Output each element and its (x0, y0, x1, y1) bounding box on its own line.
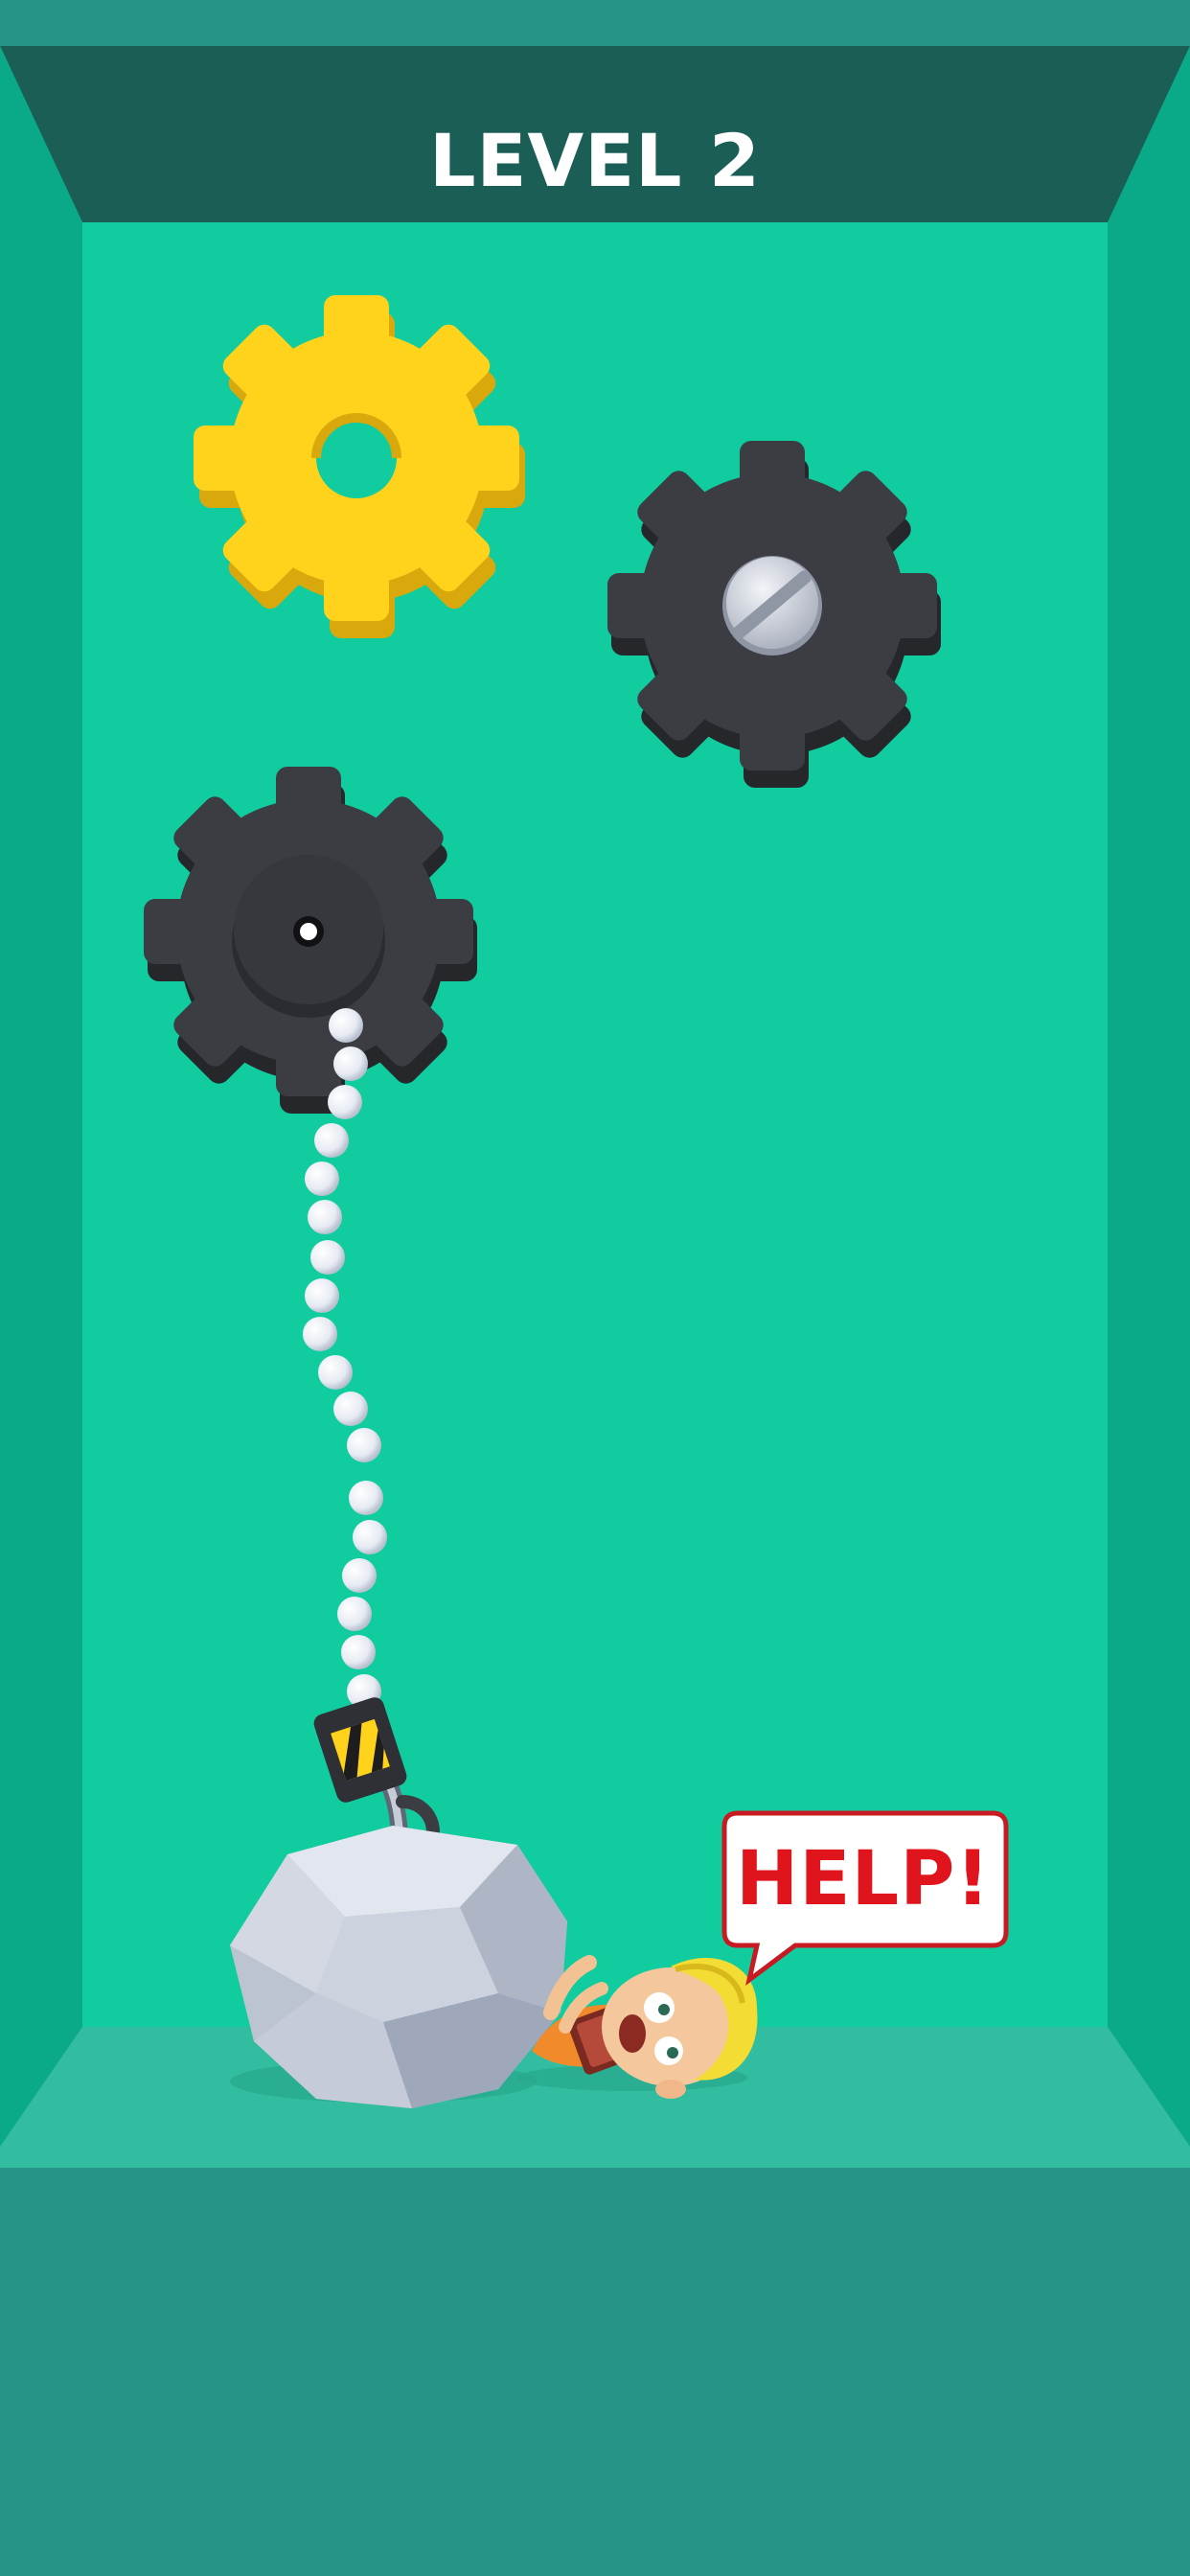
help-text: HELP! (735, 1836, 991, 1922)
rope-bead (314, 1123, 349, 1158)
right-side-wall (1108, 46, 1190, 2168)
rope-bead (303, 1317, 337, 1351)
rope-bead (328, 1085, 362, 1119)
game-scene (0, 0, 1190, 2576)
character-mouth (619, 2014, 646, 2053)
rope-bead (353, 1520, 387, 1554)
rope-bead (329, 1008, 363, 1043)
back-wall (0, 46, 1190, 2168)
dark-gear-screw[interactable] (607, 441, 941, 788)
rope-bead (341, 1635, 376, 1669)
rope-bead (310, 1240, 345, 1275)
level-title: LEVEL 2 (429, 118, 761, 203)
dark-gear-pulley[interactable] (144, 767, 477, 1114)
rope-bead (349, 1481, 383, 1515)
rope-bead (333, 1392, 368, 1426)
rope-bead (305, 1162, 339, 1196)
boulder[interactable] (230, 1826, 567, 2108)
rope-bead (347, 1428, 381, 1462)
room (0, 0, 1190, 2576)
yellow-gear[interactable] (194, 295, 525, 638)
left-side-wall (0, 46, 82, 2168)
bottom-area (0, 2168, 1190, 2576)
rope-bead (318, 1355, 353, 1390)
screw-icon (722, 556, 822, 656)
rope-bead (333, 1046, 368, 1081)
rope-bead (305, 1278, 339, 1313)
rope-bead (337, 1597, 372, 1631)
top-strip (0, 0, 1190, 46)
rope-bead (342, 1558, 377, 1593)
rope-bead (308, 1200, 342, 1234)
